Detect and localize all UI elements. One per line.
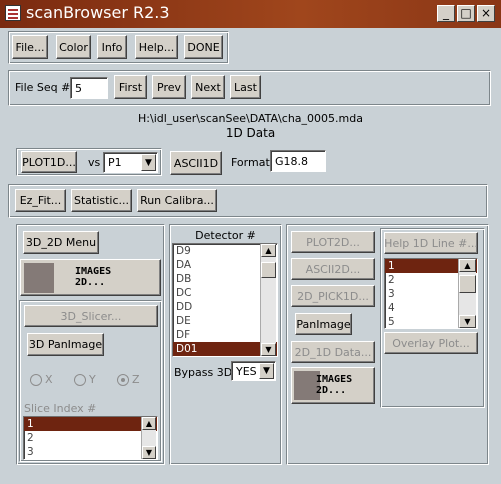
plot2d-button[interactable]: PLOT2D...	[291, 231, 375, 253]
run-calibra-button[interactable]: Run Calibra...	[137, 189, 217, 212]
info-button[interactable]: Info	[97, 35, 127, 59]
help-1d-line-button[interactable]: Help 1D Line #...	[384, 232, 478, 254]
done-button[interactable]: DONE	[184, 35, 223, 59]
detector-title: Detector #	[195, 229, 256, 242]
statistic-button[interactable]: Statistic...	[71, 189, 132, 212]
bypass-value: YES	[236, 364, 257, 378]
radio-z-label: Z	[132, 373, 140, 386]
radio-z[interactable]: Z	[117, 373, 140, 386]
image-thumbnail	[24, 263, 54, 293]
images-2d-button[interactable]: IMAGES 2D...	[20, 259, 161, 296]
bypass-label: Bypass 3D	[174, 366, 233, 379]
scroll-up-icon[interactable]: ▲	[459, 259, 476, 272]
first-button[interactable]: First	[114, 75, 147, 99]
app-icon	[5, 5, 21, 21]
scroll-thumb[interactable]	[459, 275, 476, 293]
help-button[interactable]: Help...	[135, 35, 178, 59]
file-button[interactable]: File...	[12, 35, 48, 59]
slice-list-item[interactable]: 1	[24, 417, 157, 431]
maximize-button[interactable]: □	[457, 5, 475, 22]
scroll-thumb[interactable]	[261, 262, 276, 278]
scroll-up-icon[interactable]: ▲	[261, 244, 276, 257]
vs-value: P1	[108, 156, 122, 169]
chevron-down-icon[interactable]: ▼	[259, 363, 274, 379]
radio-y-dot	[74, 373, 86, 386]
window-title: scanBrowser R2.3	[26, 3, 170, 22]
radio-y[interactable]: Y	[74, 373, 96, 386]
overlay-plot-button[interactable]: Overlay Plot...	[384, 332, 478, 354]
line-scrollbar[interactable]: ▲ ▼	[458, 259, 476, 328]
3d-slicer-button[interactable]: 3D_Slicer...	[24, 305, 158, 327]
next-button[interactable]: Next	[191, 75, 225, 99]
ezfit-button[interactable]: Ez_Fit...	[15, 189, 66, 212]
section-title: 1D Data	[225, 126, 276, 140]
format-input[interactable]: G18.8	[270, 150, 326, 172]
slice-list-item[interactable]: 2	[24, 431, 157, 445]
scroll-up-icon[interactable]: ▲	[142, 417, 156, 430]
radio-x-dot	[30, 373, 42, 386]
images-label: IMAGES 2D...	[75, 266, 112, 288]
slice-index-list[interactable]: 123	[23, 416, 158, 460]
plot1d-button[interactable]: PLOT1D...	[21, 151, 77, 173]
minimize-button[interactable]: _	[437, 5, 455, 22]
title-bar: scanBrowser R2.3 _ □ ×	[0, 0, 501, 28]
radio-z-dot	[117, 373, 129, 386]
chevron-down-icon[interactable]: ▼	[141, 154, 156, 171]
file-seq-label: File Seq #:	[15, 81, 75, 94]
ascii1d-button[interactable]: ASCII1D	[170, 151, 222, 175]
close-button[interactable]: ×	[477, 5, 495, 22]
scroll-down-icon[interactable]: ▼	[142, 446, 156, 459]
radio-x-label: X	[45, 373, 53, 386]
last-button[interactable]: Last	[230, 75, 261, 99]
color-button[interactable]: Color	[56, 35, 91, 59]
radio-y-label: Y	[89, 373, 96, 386]
prev-button[interactable]: Prev	[152, 75, 186, 99]
ascii2d-button[interactable]: ASCII2D...	[291, 258, 375, 280]
2d-pick1d-button[interactable]: 2D_PICK1D...	[291, 285, 375, 307]
panimage-button[interactable]: PanImage	[295, 313, 352, 335]
slice-list-item[interactable]: 3	[24, 445, 157, 459]
detector-scrollbar[interactable]: ▲ ▼	[260, 244, 276, 356]
3d-2d-menu-button[interactable]: 3D_2D Menu	[23, 231, 99, 254]
slice-scrollbar[interactable]: ▲ ▼	[141, 417, 156, 459]
slice-index-label: Slice Index #	[24, 402, 97, 415]
images-label: IMAGES 2D...	[316, 374, 353, 396]
3d-panimage-button[interactable]: 3D PanImage	[27, 333, 104, 356]
file-seq-input[interactable]: 5	[70, 77, 108, 99]
file-path: H:\idl_user\scanSee\DATA\cha_0005.mda	[138, 112, 363, 125]
2d-1d-data-button[interactable]: 2D_1D Data...	[291, 341, 375, 363]
scroll-down-icon[interactable]: ▼	[459, 315, 476, 328]
vs-label: vs	[88, 156, 101, 169]
scroll-down-icon[interactable]: ▼	[261, 343, 276, 356]
images-2d-button-right[interactable]: IMAGES 2D...	[291, 367, 375, 404]
radio-x[interactable]: X	[30, 373, 53, 386]
format-label: Format:	[231, 156, 274, 169]
